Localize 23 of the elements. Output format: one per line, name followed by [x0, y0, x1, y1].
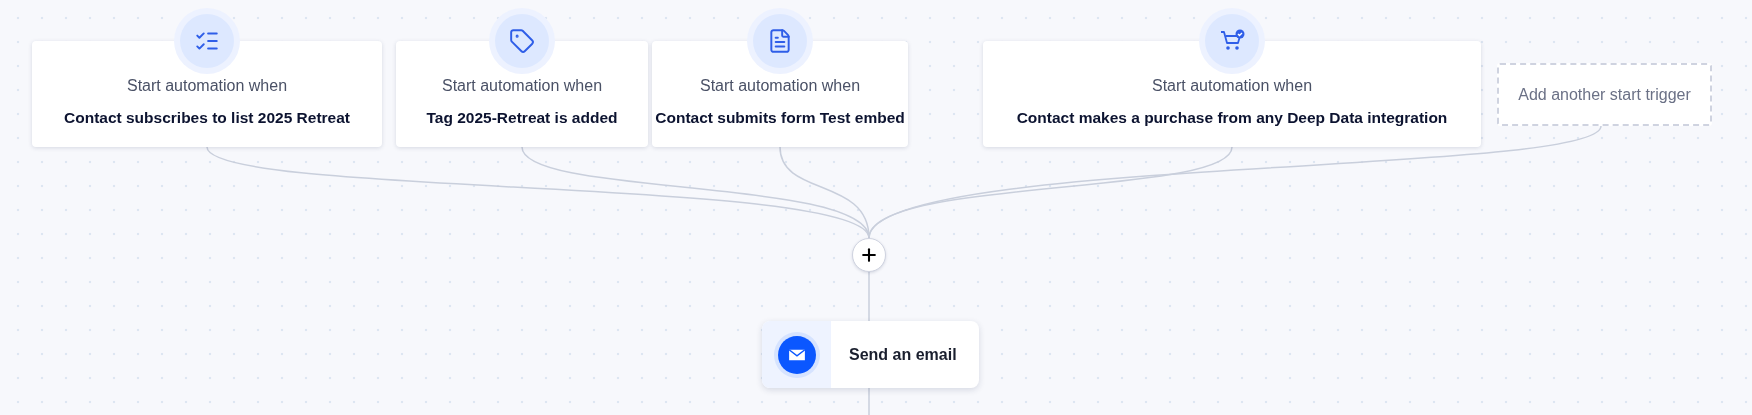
trigger-caption: Start automation when [699, 75, 861, 96]
add-trigger-button[interactable]: Add another start trigger [1497, 63, 1712, 126]
trigger-condition: Contact subscribes to list 2025 Retreat [63, 107, 351, 128]
tag-icon [509, 28, 535, 54]
trigger-card[interactable]: Start automation when Contact makes a purchase from any Deep Data integration [983, 41, 1481, 147]
add-step-button[interactable] [852, 238, 886, 272]
action-label: Send an email [849, 344, 957, 365]
trigger-caption: Start automation when [126, 75, 288, 96]
plus-icon [859, 245, 879, 265]
envelope-icon [777, 335, 816, 374]
trigger-card[interactable]: Start automation when Tag 2025-Retreat is added [396, 41, 648, 147]
trigger-caption: Start automation when [441, 75, 603, 96]
connector-line [868, 271, 870, 322]
trigger-condition: Contact submits form Test embed [654, 107, 906, 128]
trigger-condition: Tag 2025-Retreat is added [425, 107, 619, 128]
document-icon [767, 28, 793, 54]
action-card[interactable]: Send an email [762, 321, 979, 388]
trigger-card[interactable]: Start automation when Contact submits form Test embed [652, 41, 908, 147]
trigger-card[interactable]: Start automation when Contact subscribes to list 2025 Retreat [32, 41, 382, 147]
cart-icon [1219, 29, 1245, 53]
trigger-caption: Start automation when [1151, 75, 1313, 96]
trigger-condition: Contact makes a purchase from any Deep Data integration [1015, 107, 1449, 128]
connector-line [868, 387, 870, 415]
